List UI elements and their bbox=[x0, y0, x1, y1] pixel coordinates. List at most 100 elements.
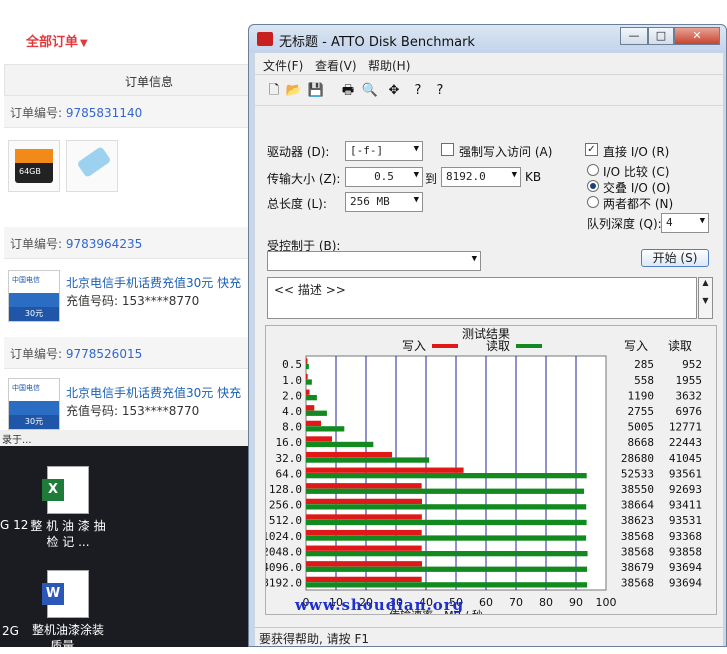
row-label: 1024.0 bbox=[266, 530, 302, 543]
row-label: 1.0 bbox=[282, 374, 302, 387]
order-info-label: 订单信息 bbox=[125, 75, 174, 89]
write-bar bbox=[306, 451, 393, 458]
save-icon[interactable]: 💾 bbox=[307, 81, 325, 101]
telecom-logo-text: 中国电信 bbox=[12, 384, 40, 392]
transfer-to-select[interactable]: 8192.0 ▼ bbox=[441, 167, 521, 187]
help-icon[interactable]: ? bbox=[409, 81, 427, 101]
queue-depth-value: 4 bbox=[666, 216, 673, 229]
word-file-icon: W bbox=[42, 570, 89, 618]
chevron-down-icon: ▼ bbox=[699, 216, 705, 226]
force-write-label: 强制写入访问 (A) bbox=[459, 145, 553, 159]
read-bar bbox=[306, 379, 312, 385]
telecom-card-thumb[interactable]: 中国电信 30元 bbox=[8, 378, 60, 430]
chevron-down-icon: ▼ bbox=[80, 38, 88, 49]
write-value: 1190 bbox=[628, 389, 655, 402]
to-label: 到 bbox=[425, 172, 438, 186]
menu-view[interactable]: 查看(V) bbox=[315, 57, 357, 74]
maximize-button[interactable]: □ bbox=[648, 27, 674, 45]
open-icon[interactable]: 📂 bbox=[285, 81, 303, 101]
force-write-checkbox[interactable] bbox=[441, 143, 454, 156]
write-bar bbox=[306, 467, 464, 473]
overlap-io-radio[interactable] bbox=[587, 180, 599, 192]
scroll-down-icon[interactable]: ▼ bbox=[702, 296, 708, 305]
transfer-size-label: 传输大小 (Z): bbox=[267, 172, 341, 186]
excel-badge: X bbox=[42, 479, 64, 501]
close-button[interactable]: ✕ bbox=[674, 27, 720, 45]
overlap-io-label: 交叠 I/O (O) bbox=[603, 181, 671, 195]
write-bar bbox=[306, 389, 310, 395]
all-orders-dropdown[interactable]: 全部订单 ▼ bbox=[26, 31, 88, 50]
write-value: 52533 bbox=[621, 467, 654, 480]
total-length-select[interactable]: 256 MB ▼ bbox=[345, 192, 423, 212]
controlled-by-select[interactable]: ▼ bbox=[267, 251, 481, 271]
order-block: 订单编号: 9785831140 bbox=[4, 96, 250, 128]
order-block: 订单编号: 9783964235 bbox=[4, 227, 250, 259]
menu-help[interactable]: 帮助(H) bbox=[368, 57, 410, 74]
read-bar bbox=[306, 410, 327, 416]
row-label: 8.0 bbox=[282, 421, 302, 434]
desktop-edge-label: 2G bbox=[2, 624, 19, 638]
title-bar[interactable]: 无标题 - ATTO Disk Benchmark — □ ✕ bbox=[249, 25, 726, 53]
x-tick-label: 70 bbox=[509, 596, 523, 609]
row-label: 4.0 bbox=[282, 405, 302, 418]
move-icon[interactable]: ✥ bbox=[385, 81, 403, 101]
order-number-row: 订单编号: 9785831140 bbox=[4, 96, 250, 128]
order-number-link[interactable]: 9785831140 bbox=[66, 106, 142, 120]
description-box[interactable]: << 描述 >> bbox=[267, 277, 697, 319]
drive-select[interactable]: [-f-] ▼ bbox=[345, 141, 423, 161]
write-bar bbox=[306, 498, 422, 505]
chevron-down-icon: ▼ bbox=[511, 170, 517, 180]
read-value: 93694 bbox=[669, 561, 702, 574]
io-compare-label: I/O 比较 (C) bbox=[603, 165, 670, 179]
io-compare-radio[interactable] bbox=[587, 164, 599, 176]
x-tick-label: 60 bbox=[479, 596, 493, 609]
read-bar bbox=[306, 441, 374, 448]
read-bar bbox=[306, 488, 585, 494]
row-label: 64.0 bbox=[276, 467, 303, 480]
product-thumb-sdcard[interactable]: 64GB bbox=[8, 140, 60, 192]
read-bar bbox=[306, 426, 345, 432]
queue-depth-select[interactable]: 4 ▼ bbox=[661, 213, 709, 233]
product-thumb-usb[interactable] bbox=[66, 140, 118, 192]
context-help-icon[interactable]: ? bbox=[431, 81, 449, 101]
minimize-button[interactable]: — bbox=[620, 27, 648, 45]
read-value: 93858 bbox=[669, 545, 702, 558]
row-label: 128.0 bbox=[269, 483, 302, 496]
menu-file[interactable]: 文件(F) bbox=[263, 57, 303, 74]
read-bar bbox=[306, 504, 587, 510]
read-value: 92693 bbox=[669, 483, 702, 496]
write-bar bbox=[306, 420, 322, 427]
desktop-icon-word[interactable]: W 整机油漆涂装 质量... bbox=[26, 570, 110, 654]
order-number-link[interactable]: 9783964235 bbox=[66, 237, 142, 251]
total-length-value: 256 MB bbox=[350, 195, 390, 208]
neither-label: 两者都不 (N) bbox=[603, 197, 674, 211]
row-label: 32.0 bbox=[276, 452, 303, 465]
product-title-link[interactable]: 北京电信手机话费充值30元 快充 bbox=[66, 274, 241, 291]
queue-depth-label: 队列深度 (Q): bbox=[587, 217, 662, 231]
write-bar bbox=[306, 436, 333, 442]
start-button[interactable]: 开始 (S) bbox=[641, 249, 709, 267]
read-bar bbox=[306, 535, 587, 541]
scroll-up-icon[interactable]: ▲ bbox=[702, 278, 708, 287]
print-icon[interactable]: 🖶 bbox=[339, 81, 357, 101]
chevron-down-icon: ▼ bbox=[413, 170, 419, 180]
order-info-header: 订单信息 bbox=[4, 64, 250, 96]
read-value: 93368 bbox=[669, 530, 702, 543]
product-title-link[interactable]: 北京电信手机话费充值30元 快充 bbox=[66, 384, 241, 401]
desktop-icon-excel[interactable]: X 整 机 油 漆 抽 检 记 ... bbox=[26, 466, 110, 550]
order-number-link[interactable]: 9778526015 bbox=[66, 347, 142, 361]
new-icon[interactable]: 🗋 bbox=[265, 81, 283, 101]
legend-write-label: 写入 bbox=[402, 339, 426, 353]
order-block: 订单编号: 9778526015 bbox=[4, 337, 250, 369]
recharge-number: 充值号码: 153****8770 bbox=[66, 294, 200, 308]
read-value: 93694 bbox=[669, 577, 702, 590]
direct-io-checkbox[interactable]: ✓ bbox=[585, 143, 598, 156]
print-preview-icon[interactable]: 🔍 bbox=[361, 81, 379, 101]
transfer-from-select[interactable]: 0.5 ▼ bbox=[345, 167, 423, 187]
telecom-card-thumb[interactable]: 中国电信 30元 bbox=[8, 270, 60, 322]
description-scrollbar[interactable]: ▲ ▼ bbox=[698, 277, 713, 319]
neither-radio[interactable] bbox=[587, 196, 599, 208]
atto-app-icon bbox=[257, 32, 273, 46]
desktop-area: 录于... G 12 2G X 整 机 油 漆 抽 检 记 ... W 整机油漆… bbox=[0, 430, 250, 653]
watermark-text: www.shoudian.org bbox=[295, 596, 465, 614]
